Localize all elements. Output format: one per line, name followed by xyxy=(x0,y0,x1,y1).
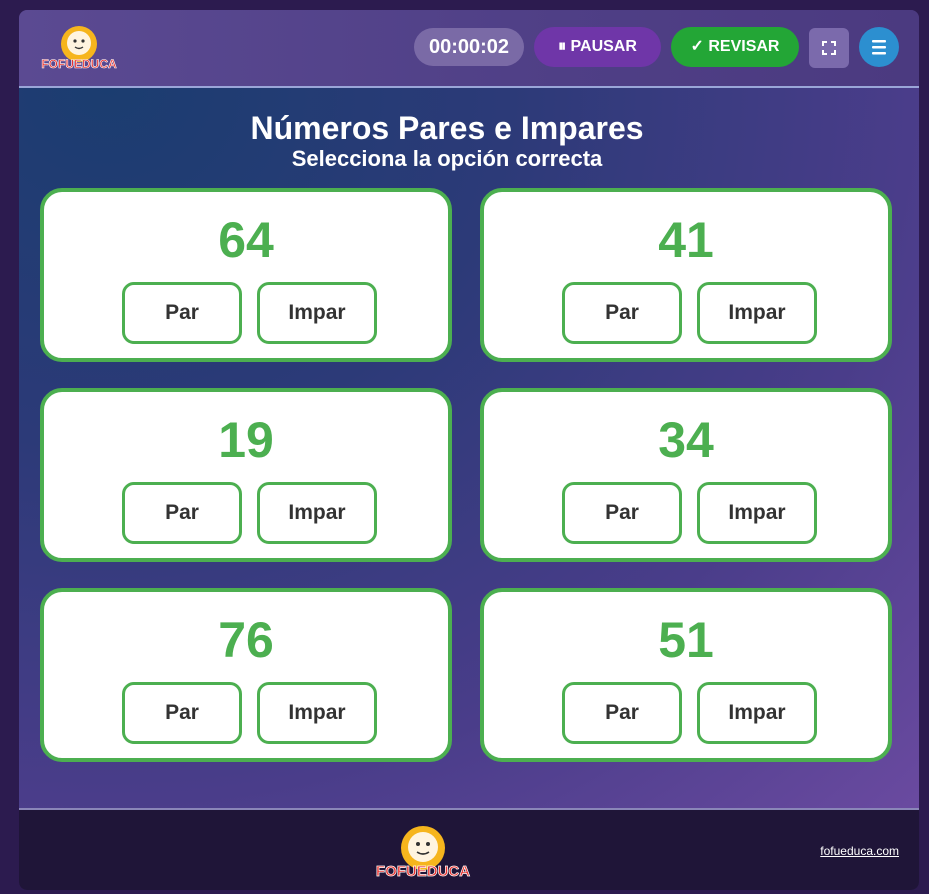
option-impar-button[interactable]: Impar xyxy=(697,682,817,744)
option-par-button[interactable]: Par xyxy=(562,482,682,544)
svg-text:FOFUEDUCA: FOFUEDUCA xyxy=(41,57,117,71)
option-impar-button[interactable]: Impar xyxy=(257,282,377,344)
footer: FOFUEDUCA fofueduca.com xyxy=(19,808,919,890)
question-number: 51 xyxy=(658,612,714,668)
question-card: 34 Par Impar xyxy=(480,388,892,562)
question-number: 19 xyxy=(218,412,274,468)
question-card: 51 Par Impar xyxy=(480,588,892,762)
option-par-button[interactable]: Par xyxy=(562,282,682,344)
fullscreen-button[interactable] xyxy=(809,28,849,68)
option-impar-button[interactable]: Impar xyxy=(257,682,377,744)
exercise-area: Números Pares e Impares Selecciona la op… xyxy=(19,88,919,808)
option-par-button[interactable]: Par xyxy=(562,682,682,744)
fofueduca-footer-logo[interactable]: FOFUEDUCA xyxy=(371,824,475,880)
question-number: 64 xyxy=(218,212,274,268)
question-card: 19 Par Impar xyxy=(40,388,452,562)
page-title: Números Pares e Impares xyxy=(250,110,644,146)
timer-display: 00:00:02 xyxy=(414,28,524,66)
menu-button[interactable] xyxy=(859,27,899,67)
page-subtitle: Selecciona la opción correcta xyxy=(291,146,603,171)
question-card: 64 Par Impar xyxy=(40,188,452,362)
question-card: 76 Par Impar xyxy=(40,588,452,762)
review-button[interactable]: ✓ REVISAR xyxy=(671,27,799,67)
option-par-button[interactable]: Par xyxy=(122,282,242,344)
pause-button[interactable]: ⏸ PAUSAR xyxy=(534,27,661,67)
hamburger-menu-icon xyxy=(872,40,886,55)
question-number: 34 xyxy=(658,412,714,468)
option-impar-button[interactable]: Impar xyxy=(257,482,377,544)
option-impar-button[interactable]: Impar xyxy=(697,282,817,344)
option-par-button[interactable]: Par xyxy=(122,682,242,744)
option-par-button[interactable]: Par xyxy=(122,482,242,544)
svg-text:FOFUEDUCA: FOFUEDUCA xyxy=(376,863,470,880)
top-bar: FOFUEDUCA 00:00:02 ⏸ PAUSAR ✓ REVISAR xyxy=(19,10,919,88)
fullscreen-icon xyxy=(822,41,836,55)
option-impar-button[interactable]: Impar xyxy=(697,482,817,544)
question-number: 76 xyxy=(218,612,274,668)
app-window: FOFUEDUCA 00:00:02 ⏸ PAUSAR ✓ REVISAR Nú… xyxy=(19,10,919,890)
question-number: 41 xyxy=(658,212,714,268)
fofueduca-logo[interactable]: FOFUEDUCA xyxy=(39,24,119,72)
question-card: 41 Par Impar xyxy=(480,188,892,362)
footer-site-link[interactable]: fofueduca.com xyxy=(820,844,899,858)
